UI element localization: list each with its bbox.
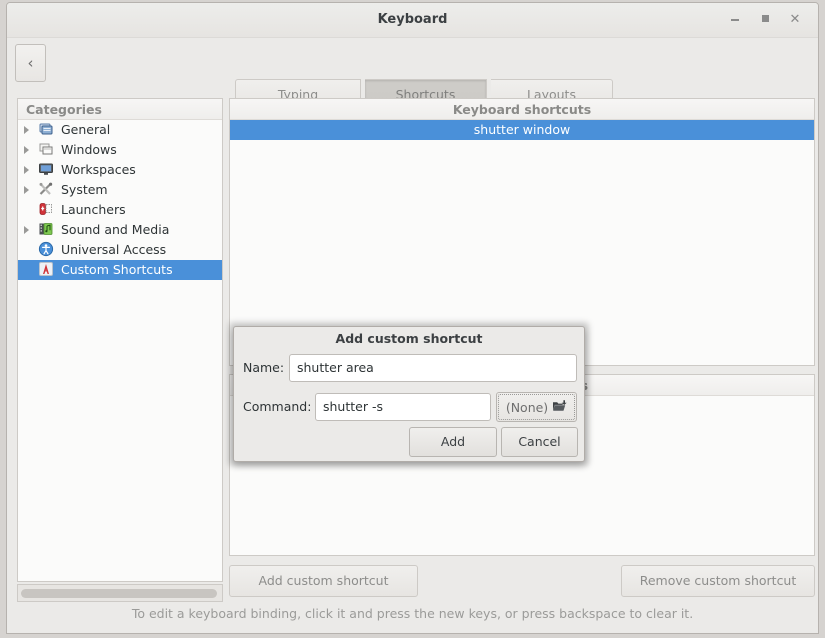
name-label: Name:: [243, 360, 284, 375]
chevron-right-icon[interactable]: [24, 226, 29, 234]
name-field[interactable]: shutter area: [289, 354, 577, 382]
back-button[interactable]: ‹: [15, 44, 46, 82]
content-area: Categories General: [7, 88, 818, 633]
sidebar-item-label: Windows: [61, 142, 117, 157]
sidebar-item-label: General: [61, 122, 110, 137]
sidebar-item-workspaces[interactable]: Workspaces: [18, 160, 222, 180]
add-custom-shortcut-button[interactable]: Add custom shortcut: [229, 565, 418, 597]
page-title: Keyboard: [7, 12, 818, 27]
keyboard-shortcuts-header: Keyboard shortcuts: [230, 99, 814, 120]
browse-command-button-inner: (None): [498, 394, 575, 420]
dialog-title: Add custom shortcut: [234, 327, 584, 350]
custom-shortcut-icon: [38, 261, 54, 277]
tools-icon: [38, 181, 54, 197]
hint-text: To edit a keyboard binding, click it and…: [7, 606, 818, 621]
categories-horizontal-scrollbar[interactable]: [17, 584, 223, 602]
sidebar-item-label: Sound and Media: [61, 222, 169, 237]
launcher-icon: [38, 201, 54, 217]
sidebar-item-general[interactable]: General: [18, 120, 222, 140]
keyboard-window: Keyboard ✕ ‹ Typing Shortcuts Layouts Ca…: [6, 2, 819, 634]
sidebar-item-windows[interactable]: Windows: [18, 140, 222, 160]
monitor-icon: [38, 161, 54, 177]
add-button[interactable]: Add: [409, 427, 497, 457]
add-custom-shortcut-dialog: Add custom shortcut Name: shutter area C…: [233, 326, 585, 462]
none-label: (None): [506, 400, 548, 415]
sidebar-item-universal-access[interactable]: Universal Access: [18, 240, 222, 260]
categories-header: Categories: [18, 99, 222, 120]
media-icon: [38, 221, 54, 237]
cancel-button[interactable]: Cancel: [501, 427, 578, 457]
chevron-left-icon: ‹: [16, 45, 45, 81]
close-icon[interactable]: ✕: [786, 11, 804, 29]
title-bar: Keyboard ✕: [7, 3, 818, 38]
sidebar-item-label: Workspaces: [61, 162, 136, 177]
chevron-right-icon[interactable]: [24, 166, 29, 174]
sidebar-item-label: Custom Shortcuts: [61, 262, 173, 277]
keyboard-general-icon: [38, 121, 54, 137]
command-field[interactable]: shutter -s: [315, 393, 491, 421]
sidebar-item-custom-shortcuts[interactable]: Custom Shortcuts: [18, 260, 222, 280]
open-folder-icon: [552, 399, 567, 416]
list-item[interactable]: shutter window: [230, 120, 814, 140]
chevron-right-icon[interactable]: [24, 126, 29, 134]
categories-pane: Categories General: [17, 98, 223, 582]
accessibility-icon: [38, 241, 54, 257]
sidebar-item-label: System: [61, 182, 108, 197]
maximize-icon[interactable]: [756, 11, 774, 29]
scrollbar-thumb[interactable]: [21, 589, 217, 598]
toolbar: ‹ Typing Shortcuts Layouts: [7, 38, 818, 88]
sidebar-item-label: Launchers: [61, 202, 126, 217]
chevron-right-icon[interactable]: [24, 186, 29, 194]
sidebar-item-label: Universal Access: [61, 242, 166, 257]
remove-custom-shortcut-button[interactable]: Remove custom shortcut: [621, 565, 815, 597]
command-label: Command:: [243, 399, 311, 414]
sidebar-item-system[interactable]: System: [18, 180, 222, 200]
sidebar-item-sound-and-media[interactable]: Sound and Media: [18, 220, 222, 240]
chevron-right-icon[interactable]: [24, 146, 29, 154]
windows-icon: [38, 141, 54, 157]
browse-command-button[interactable]: (None): [496, 392, 577, 422]
sidebar-item-launchers[interactable]: Launchers: [18, 200, 222, 220]
minimize-icon[interactable]: [726, 11, 744, 29]
